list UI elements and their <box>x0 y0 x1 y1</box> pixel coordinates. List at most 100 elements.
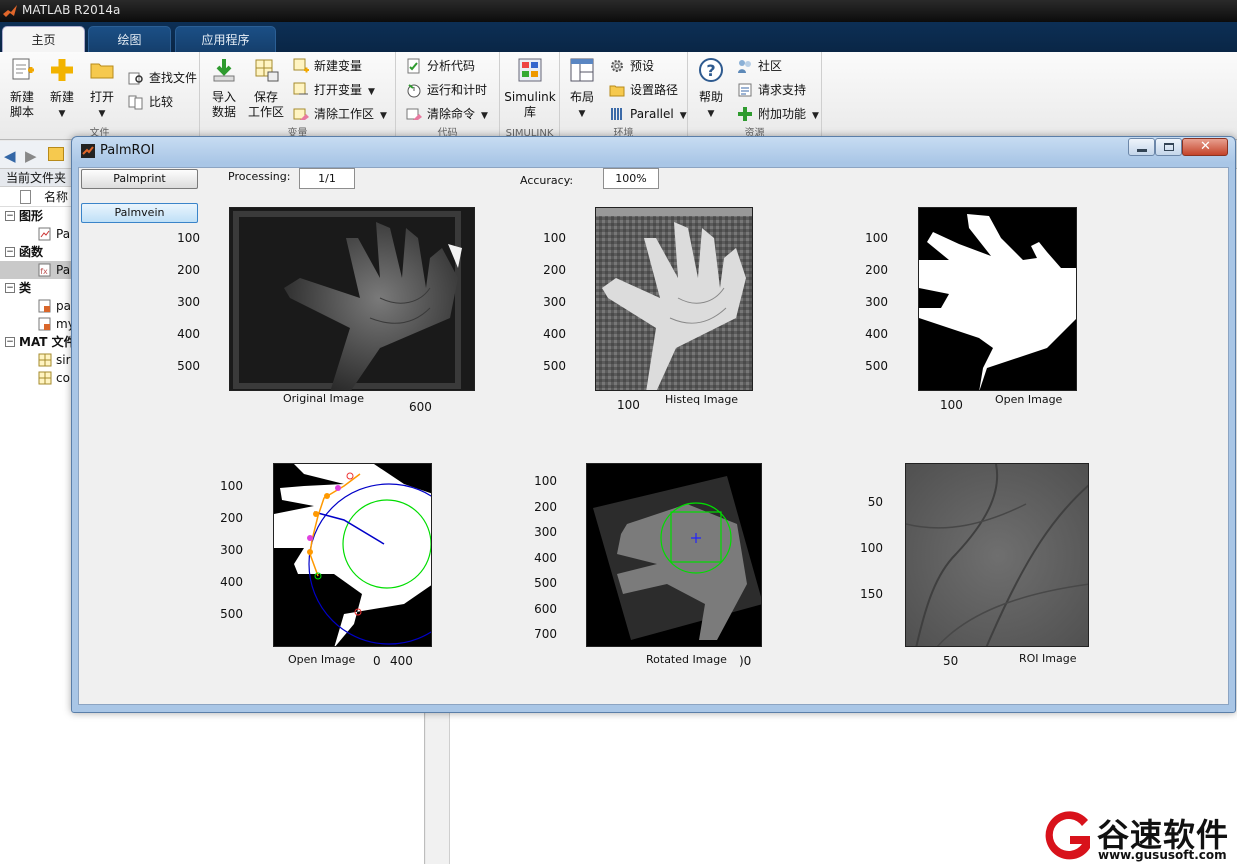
svg-text:?: ? <box>706 61 715 80</box>
open-variable-label: 打开变量 <box>314 83 363 97</box>
new-script-button[interactable]: 新建 脚本 <box>6 56 38 120</box>
processing-label: Processing: <box>228 170 291 183</box>
simulink-library-button[interactable]: Simulink 库 <box>504 56 556 120</box>
open-variable-button[interactable]: 打开变量 ▼ <box>293 80 375 100</box>
open-button[interactable]: 打开 ▼ <box>86 56 118 122</box>
y-tick-label: 200 <box>865 263 888 277</box>
layout-button[interactable]: 布局 ▼ <box>566 56 598 122</box>
parallel-label: Parallel <box>630 107 674 121</box>
save-workspace-button[interactable]: 保存 工作区 <box>247 56 285 120</box>
find-files-label: 查找文件 <box>149 71 198 85</box>
community-icon <box>738 60 751 73</box>
y-tick-label: 300 <box>543 295 566 309</box>
axes-open-image-contour[interactable] <box>273 463 432 647</box>
rotated-hand-image <box>587 464 761 646</box>
eraser-icon <box>293 108 309 120</box>
y-tick-label: 500 <box>865 359 888 373</box>
simulink-icon <box>516 56 544 84</box>
chevron-down-icon: ▼ <box>98 109 106 119</box>
minimize-icon <box>1137 149 1147 152</box>
x-tick-label: 50 <box>943 654 959 668</box>
analyze-code-button[interactable]: 分析代码 <box>406 56 475 76</box>
gear-icon <box>611 60 623 72</box>
eraser-icon <box>406 108 422 120</box>
axes-caption: ROI Image <box>1019 652 1077 665</box>
new-variable-button[interactable]: 新建变量 <box>293 56 362 76</box>
addons-button[interactable]: 附加功能 ▼ <box>737 104 819 124</box>
axes-rotated-image[interactable] <box>586 463 762 647</box>
y-tick-label: 200 <box>220 511 243 525</box>
axes-original-image[interactable] <box>229 207 475 391</box>
y-tick-label: 500 <box>220 607 243 621</box>
clear-commands-button[interactable]: 清除命令 ▼ <box>406 104 488 124</box>
preferences-button[interactable]: 预设 <box>609 56 654 76</box>
back-arrow-icon[interactable]: ◀ <box>4 147 16 165</box>
open-label: 打开 <box>89 90 114 104</box>
axes-histeq-image[interactable] <box>595 207 753 391</box>
axes-open-image-binary[interactable] <box>918 207 1077 391</box>
collapse-icon[interactable]: − <box>5 337 15 347</box>
collapse-icon[interactable]: − <box>5 247 15 257</box>
set-path-button[interactable]: 设置路径 <box>609 80 678 100</box>
watermark: 谷速软件 www.gususoft.com <box>1040 808 1237 864</box>
palmprint-button[interactable]: Palmprint <box>81 169 198 189</box>
figure-client-area: Palmprint Palmvein Processing: 1/1 Accur… <box>78 167 1229 705</box>
collapse-icon[interactable]: − <box>5 283 15 293</box>
maximize-button[interactable] <box>1155 138 1182 156</box>
tab-home[interactable]: 主页 <box>2 26 85 52</box>
request-support-label: 请求支持 <box>758 83 807 97</box>
ribbon-tabs: 主页 绘图 应用程序 <box>0 22 1237 52</box>
support-icon <box>738 83 752 97</box>
palmvein-button[interactable]: Palmvein <box>81 203 198 223</box>
run-and-time-label: 运行和计时 <box>427 83 488 97</box>
x-tick-label: 100 <box>617 398 640 412</box>
addons-plus-icon <box>738 107 752 121</box>
tab-plots[interactable]: 绘图 <box>88 26 171 52</box>
y-tick-label: 400 <box>534 550 557 565</box>
chevron-down-icon: ▼ <box>481 111 488 121</box>
minimize-button[interactable] <box>1128 138 1155 156</box>
y-tick-label: 100 <box>177 231 200 245</box>
layout-label: 布局 <box>569 90 594 104</box>
request-support-button[interactable]: 请求支持 <box>737 80 806 100</box>
y-tick-label: 400 <box>865 327 888 341</box>
clear-commands-label: 清除命令 <box>427 107 476 121</box>
new-script-icon <box>8 56 36 84</box>
simulink-label: Simulink 库 <box>504 90 556 119</box>
function-file-icon: fx <box>38 263 51 277</box>
addons-label: 附加功能 <box>758 107 807 121</box>
tab-apps[interactable]: 应用程序 <box>175 26 276 52</box>
tree-group-label: 函数 <box>19 245 44 259</box>
find-files-button[interactable]: 查找文件 <box>128 68 197 88</box>
original-hand-image <box>230 208 474 390</box>
new-script-label: 新建 脚本 <box>9 90 34 119</box>
y-tick-label: 500 <box>534 576 557 590</box>
mat-file-icon <box>38 353 52 367</box>
forward-arrow-icon[interactable]: ▶ <box>25 147 37 165</box>
y-tick-label: 100 <box>865 231 888 245</box>
compare-label: 比较 <box>149 95 174 109</box>
y-tick-label: 700 <box>534 627 557 641</box>
close-button[interactable]: ✕ <box>1182 138 1228 156</box>
y-tick-label: 400 <box>177 327 200 341</box>
help-button[interactable]: ? 帮助 ▼ <box>696 56 726 122</box>
community-button[interactable]: 社区 <box>737 56 782 76</box>
mat-file-icon <box>38 371 52 385</box>
analyze-code-icon <box>407 58 420 74</box>
up-folder-icon[interactable] <box>48 147 64 161</box>
clear-workspace-button[interactable]: 清除工作区 ▼ <box>293 104 387 124</box>
collapse-icon[interactable]: − <box>5 211 15 221</box>
run-and-time-button[interactable]: 运行和计时 <box>406 80 487 100</box>
x-tick-label: 400 <box>390 654 413 668</box>
help-label: 帮助 <box>698 90 723 104</box>
new-button[interactable]: 新建 ▼ <box>47 56 77 122</box>
tree-item-label: pa <box>56 299 71 313</box>
app-title: MATLAB R2014a <box>22 3 121 17</box>
parallel-button[interactable]: Parallel ▼ <box>609 104 687 124</box>
save-workspace-icon <box>252 56 280 84</box>
axes-roi-image[interactable] <box>905 463 1089 647</box>
compare-button[interactable]: 比较 <box>128 92 173 112</box>
import-data-button[interactable]: 导入 数据 <box>208 56 240 120</box>
x-tick-label: 0 <box>373 654 381 668</box>
axes-caption: Open Image <box>288 653 356 666</box>
